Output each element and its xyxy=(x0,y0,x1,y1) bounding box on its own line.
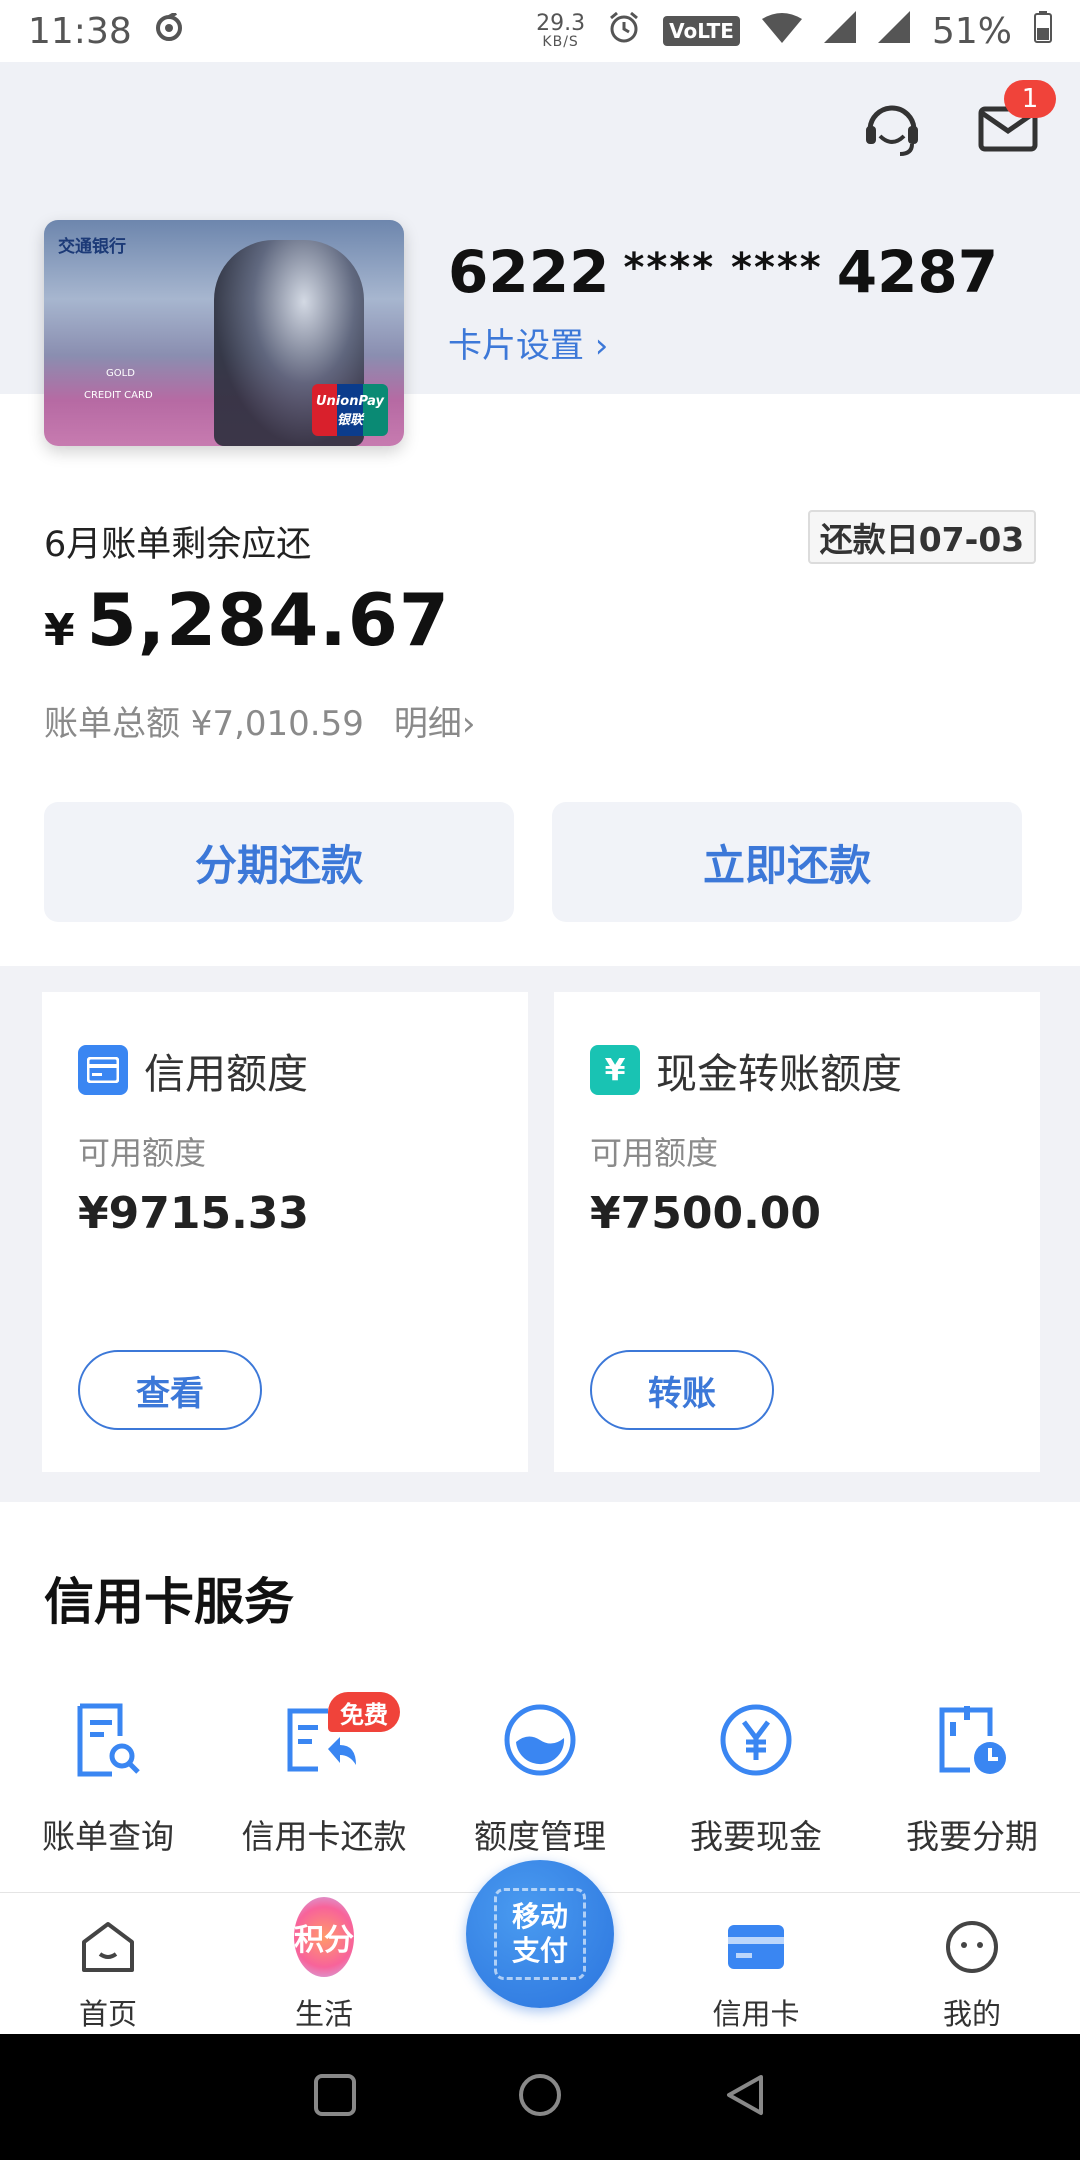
cash-limit-value: ¥7500.00 xyxy=(590,1188,822,1239)
home-icon xyxy=(78,1917,138,1977)
card-gold-label: GOLD xyxy=(106,368,135,379)
credit-card-tab-icon xyxy=(726,1917,786,1977)
cash-limit-title: 现金转账额度 xyxy=(656,1050,902,1098)
service-limit-manage[interactable]: 额度管理 xyxy=(432,1700,648,1858)
card-number-suffix: 4287 xyxy=(836,238,999,306)
cash-icon xyxy=(716,1700,796,1780)
card-credit-label: CREDIT CARD xyxy=(84,390,153,401)
service-label: 我要分期 xyxy=(906,1817,1038,1856)
currency-symbol: ¥ xyxy=(44,605,75,656)
service-label: 我要现金 xyxy=(690,1817,822,1856)
service-installment[interactable]: 我要分期 xyxy=(864,1700,1080,1858)
message-badge: 1 xyxy=(1004,80,1056,118)
card-bank-name: 交通银行 xyxy=(58,237,126,257)
cash-transfer-card: ¥ 现金转账额度 可用额度 ¥7500.00 转账 xyxy=(554,992,1040,1472)
points-icon: 积分 xyxy=(294,1897,354,1977)
tab-label: 生活 xyxy=(294,1997,353,2031)
credit-card-image[interactable]: 交通银行 GOLD CREDIT CARD UnionPay 银联 xyxy=(44,220,404,446)
service-label: 信用卡还款 xyxy=(241,1817,407,1856)
wifi-icon xyxy=(761,11,802,52)
credit-limit-title: 信用额度 xyxy=(144,1050,308,1098)
installment-icon xyxy=(932,1700,1012,1780)
service-repay[interactable]: 信用卡还款 xyxy=(216,1700,432,1858)
credit-limit-sub: 可用额度 xyxy=(78,1134,207,1172)
tab-label: 我的 xyxy=(942,1997,1001,2031)
installment-repay-button[interactable]: 分期还款 xyxy=(44,802,514,922)
card-number-prefix: 6222 xyxy=(448,238,610,306)
service-label: 额度管理 xyxy=(474,1817,606,1856)
mobile-pay-button[interactable]: 移动 支付 xyxy=(466,1860,614,2008)
credit-card-icon xyxy=(78,1045,128,1095)
bill-detail-link[interactable]: 明细› xyxy=(394,696,476,745)
status-bar: 11:38 29.3 KB/S VoLTE 51% xyxy=(0,0,1080,62)
bill-search-icon xyxy=(68,1700,148,1780)
recents-button[interactable] xyxy=(313,2073,357,2121)
tab-home[interactable]: 首页 xyxy=(8,1917,208,2033)
tab-label: 首页 xyxy=(78,1997,137,2031)
status-time: 11:38 xyxy=(28,10,132,52)
home-button[interactable] xyxy=(517,2072,563,2122)
credit-limit-card: 信用额度 可用额度 ¥9715.33 查看 xyxy=(42,992,528,1472)
bill-total-row: 账单总额 ¥7,010.59 明细› xyxy=(44,696,475,745)
network-speed: 29.3 KB/S xyxy=(536,11,586,50)
services-title: 信用卡服务 xyxy=(44,1573,294,1631)
app-notification-icon xyxy=(154,10,184,52)
transfer-button[interactable]: 转账 xyxy=(590,1350,774,1430)
cash-limit-header: ¥ 现金转账额度 xyxy=(590,1040,902,1100)
signal-icon xyxy=(823,10,856,52)
tab-life[interactable]: 积分 生活 xyxy=(224,1897,424,2033)
limit-manage-icon xyxy=(500,1700,580,1780)
battery-level: 51% xyxy=(931,10,1012,52)
signal-icon-2 xyxy=(877,10,910,52)
tab-mine[interactable]: 我的 xyxy=(872,1917,1072,2033)
due-date-badge: 还款日07-03 xyxy=(808,510,1036,564)
profile-icon xyxy=(942,1917,1002,1977)
customer-service-icon[interactable] xyxy=(860,96,924,160)
yen-icon: ¥ xyxy=(590,1045,640,1095)
free-tag: 免费 xyxy=(328,1692,400,1732)
alarm-icon xyxy=(607,10,641,53)
view-button[interactable]: 查看 xyxy=(78,1350,262,1430)
pay-label-line2: 支付 xyxy=(511,1934,568,1967)
credit-limit-value: ¥9715.33 xyxy=(78,1188,310,1239)
volte-indicator: VoLTE xyxy=(663,16,740,46)
bill-amount-value: 5,284.67 xyxy=(86,578,450,662)
tab-label: 信用卡 xyxy=(712,1997,800,2031)
battery-icon xyxy=(1034,10,1052,52)
cash-limit-sub: 可用额度 xyxy=(590,1134,719,1172)
card-number-mask: **** **** xyxy=(623,245,823,291)
pay-label-line1: 移动 xyxy=(511,1900,568,1934)
service-bill-query[interactable]: 账单查询 xyxy=(0,1700,216,1858)
card-settings-link[interactable]: 卡片设置 › xyxy=(448,318,608,367)
system-nav-bar xyxy=(0,2034,1080,2160)
service-cash[interactable]: 我要现金 xyxy=(648,1700,864,1858)
bill-total: 账单总额 ¥7,010.59 xyxy=(44,704,364,744)
credit-limit-header: 信用额度 xyxy=(78,1040,308,1100)
repay-now-button[interactable]: 立即还款 xyxy=(552,802,1022,922)
back-button[interactable] xyxy=(723,2073,767,2121)
service-label: 账单查询 xyxy=(42,1817,174,1856)
unionpay-logo: UnionPay 银联 xyxy=(312,384,388,436)
tab-credit-card[interactable]: 信用卡 xyxy=(656,1917,856,2033)
bill-title: 6月账单剩余应还 xyxy=(44,525,312,565)
card-number: 6222 **** **** 4287 xyxy=(448,238,998,306)
bill-amount: ¥ 5,284.67 xyxy=(44,578,450,662)
